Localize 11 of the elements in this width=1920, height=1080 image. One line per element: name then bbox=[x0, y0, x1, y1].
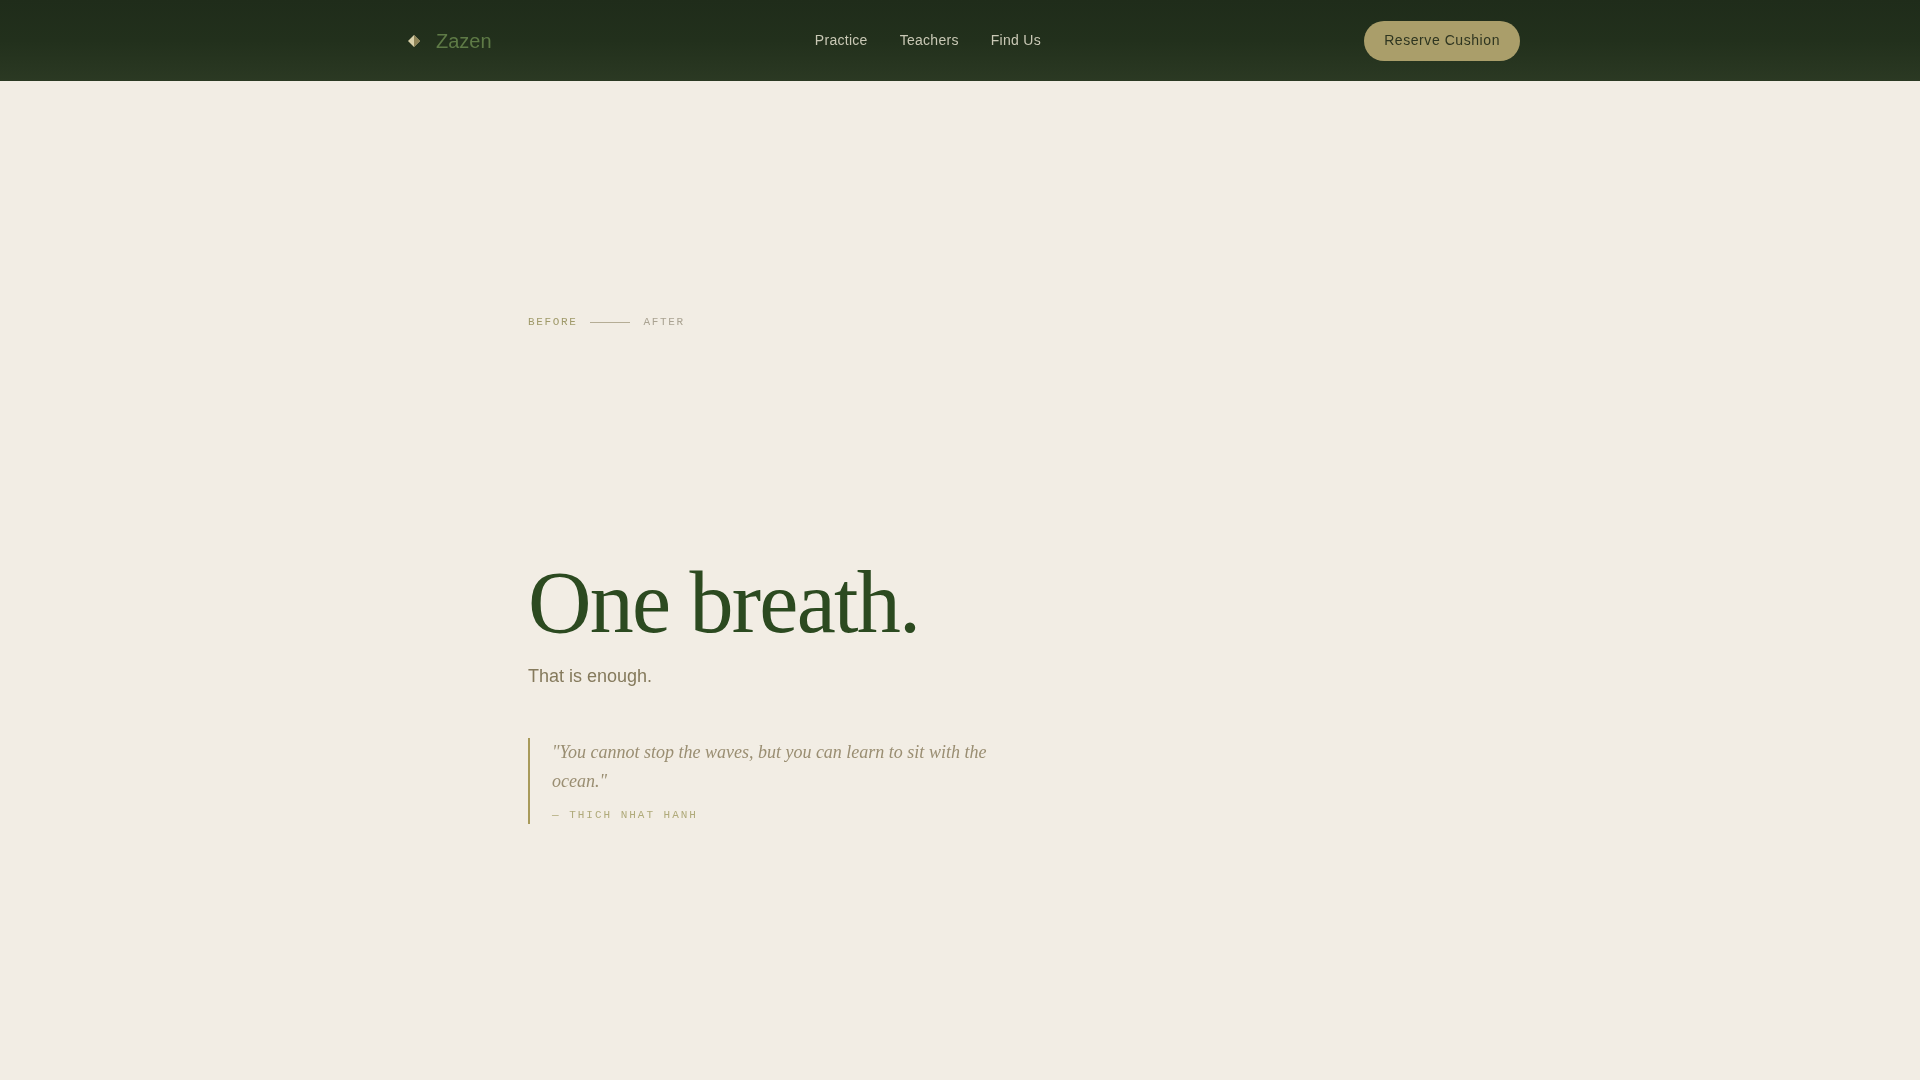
diamond-icon bbox=[408, 34, 420, 47]
timeline-end-label: AFTER bbox=[643, 315, 685, 330]
reserve-cushion-button[interactable]: Reserve Cushion bbox=[1364, 20, 1520, 61]
quote-attribution: — THICH NHAT HANH bbox=[552, 808, 698, 823]
nav-link[interactable]: Find Us bbox=[990, 30, 1041, 51]
timeline-start-label: BEFORE bbox=[528, 315, 578, 330]
nav-link[interactable]: Practice bbox=[814, 30, 868, 51]
subtitle: That is enough. bbox=[528, 665, 653, 688]
quote-text: "You cannot stop the waves, but you can learn to sit with the ocean." bbox=[552, 741, 988, 793]
headline: One breath. bbox=[528, 559, 920, 647]
nav-link[interactable]: Teachers bbox=[899, 30, 959, 51]
